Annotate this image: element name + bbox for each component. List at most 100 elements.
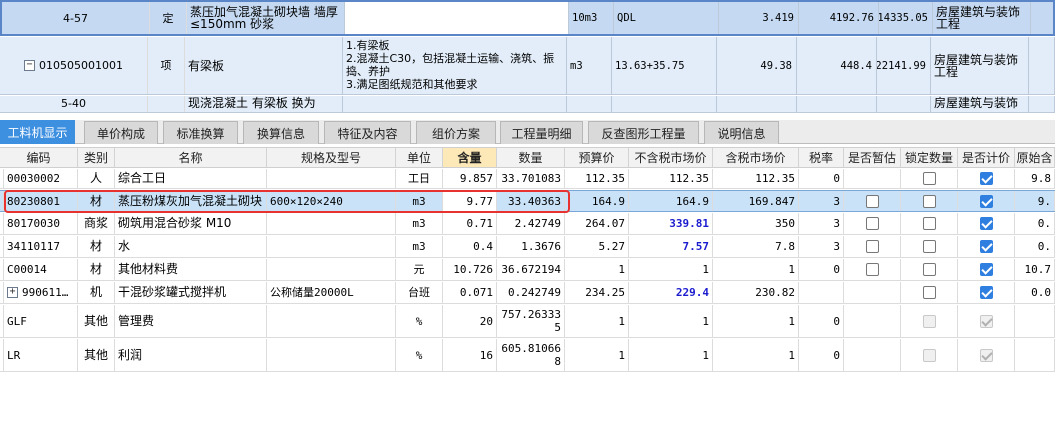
cell-market-ex[interactable]: 1 [629,305,713,337]
cell-content[interactable]: 0.71 [443,213,497,234]
priced-checkbox[interactable] [979,172,993,185]
cell-locked[interactable] [901,339,958,371]
cell-provisional[interactable] [844,282,901,303]
cell-priced[interactable] [958,191,1015,211]
resource-row[interactable]: 00030002 人综合工日 工日 9.857 33.701083 112.35 112.3… [0,169,1055,189]
cell-qty[interactable]: 33.40363 [497,191,565,211]
resource-row[interactable]: +990611… 机干混砂浆罐式搅拌机 公称储量20000L 台班 0.071 0.242… [0,282,1055,304]
cell-qty[interactable]: 757.26333 5 [497,305,565,337]
collapse-toggle-icon[interactable]: − [24,60,35,71]
resource-row[interactable]: 34110117 材水 m3 0.4 1.3676 5.27 7.57 7.8 3 0. [0,236,1055,258]
cell-priced[interactable] [958,169,1015,188]
tab-6[interactable]: 工程量明细 [500,121,583,144]
column-header-market-ex[interactable]: 不含税市场价 [629,148,713,167]
cell-provisional[interactable] [844,339,901,371]
cell-priced[interactable] [958,236,1015,257]
cell-market-ex[interactable]: 1 [629,259,713,280]
cell-content[interactable]: 0.071 [443,282,497,303]
cell-locked[interactable] [901,259,958,280]
cell-market-ex[interactable]: 339.81 [629,213,713,234]
cell-qty[interactable]: 605.81066 8 [497,339,565,371]
locked-checkbox[interactable] [922,286,936,299]
cell-priced[interactable] [958,339,1015,371]
provisional-checkbox[interactable] [865,194,879,208]
resource-row[interactable]: 80230801 材蒸压粉煤灰加气混凝土砌块 600×120×240 m3 9.77 33… [0,190,1055,212]
cell-market-in[interactable]: 169.847 [713,191,799,211]
locked-checkbox[interactable] [922,217,936,230]
column-header-code[interactable]: 编码 [0,148,78,167]
cell-qty[interactable]: 36.672194 [497,259,565,280]
locked-checkbox[interactable] [922,263,936,276]
cell-market-ex[interactable]: 112.35 [629,169,713,188]
cell-content[interactable]: 9.77 [443,191,497,211]
cell-market-in[interactable]: 1 [713,259,799,280]
column-header-name[interactable]: 名称 [115,148,267,167]
tab-7[interactable]: 反查图形工程量 [588,121,699,144]
column-header-budget[interactable]: 预算价 [565,148,629,167]
column-header-locked[interactable]: 锁定数量 [901,148,958,167]
cell-locked[interactable] [901,213,958,234]
bill-row[interactable]: 4-57 定蒸压加气混凝土砌块墙 墙厚≤150mm 砂浆 10m3 QDL 3.419 4… [0,0,1055,36]
tab-8[interactable]: 说明信息 [704,121,779,144]
locked-checkbox[interactable] [922,240,936,253]
provisional-checkbox[interactable] [865,217,879,230]
cell-provisional[interactable] [844,305,901,337]
resource-row[interactable]: LR 其他 利润% 16 605.81066 81110 [0,339,1055,372]
column-header-tax[interactable]: 税率 [799,148,844,167]
bill-row[interactable]: −010505001001 项有梁板 1.有梁板 2.混凝土C30，包括混凝土运输、… [0,37,1055,95]
cell-provisional[interactable] [844,213,901,234]
cell-market-in[interactable]: 1 [713,339,799,371]
cell-qty[interactable]: 33.701083 [497,169,565,188]
priced-checkbox[interactable] [979,240,993,253]
cell-locked[interactable] [901,282,958,303]
cell-market-ex[interactable]: 229.4 [629,282,713,303]
column-header-spec[interactable]: 规格及型号 [267,148,396,167]
cell-locked[interactable] [901,169,958,188]
cell-content[interactable]: 16 [443,339,497,371]
cell-market-in[interactable]: 7.8 [713,236,799,257]
cell-qty[interactable]: 1.3676 [497,236,565,257]
resource-row[interactable]: 80170030 商浆 砌筑用混合砂浆 M10 m3 0.71 2.42749 264.07… [0,213,1055,235]
tab-4[interactable]: 特征及内容 [324,121,411,144]
cell-qty[interactable]: 2.42749 [497,213,565,234]
cell-content[interactable]: 20 [443,305,497,337]
locked-checkbox[interactable] [922,172,936,185]
cell-priced[interactable] [958,282,1015,303]
column-header-market-in[interactable]: 含税市场价 [713,148,799,167]
cell-market-ex[interactable]: 1 [629,339,713,371]
priced-checkbox[interactable] [979,194,993,208]
cell-market-ex[interactable]: 7.57 [629,236,713,257]
column-header-content[interactable]: 含量 [443,148,497,167]
locked-checkbox[interactable] [922,194,936,208]
bill-row[interactable]: 5-40 现浇混凝土 有梁板 换为 房屋建筑与装饰 [0,96,1055,113]
cell-content[interactable]: 10.726 [443,259,497,280]
cell-market-in[interactable]: 1 [713,305,799,337]
provisional-checkbox[interactable] [865,240,879,253]
resource-row[interactable]: C00014 材其他材料费元 10.726 36.672194 1 1 1 0 10.7 [0,259,1055,281]
cell-qty[interactable]: 0.242749 [497,282,565,303]
tab-2[interactable]: 标准换算 [163,121,238,144]
resource-row[interactable]: GLF 其他 管理费% 20 757.26333 51110 [0,305,1055,338]
tab-0[interactable]: 工料机显示 [0,120,75,144]
cell-locked[interactable] [901,236,958,257]
cell-market-ex[interactable]: 164.9 [629,191,713,211]
column-header-orig[interactable]: 原始含 [1015,148,1055,167]
cell-provisional[interactable] [844,259,901,280]
cell-provisional[interactable] [844,236,901,257]
cell-market-in[interactable]: 112.35 [713,169,799,188]
cell-market-in[interactable]: 350 [713,213,799,234]
tab-1[interactable]: 单价构成 [84,121,158,144]
cell-locked[interactable] [901,191,958,211]
cell-provisional[interactable] [844,169,901,188]
column-header-unit[interactable]: 单位 [396,148,443,167]
cell-provisional[interactable] [844,191,901,211]
cell-priced[interactable] [958,259,1015,280]
cell-priced[interactable] [958,305,1015,337]
priced-checkbox[interactable] [979,286,993,299]
column-header-qty[interactable]: 数量 [497,148,565,167]
column-header-provisional[interactable]: 是否暂估 [844,148,901,167]
cell-content[interactable]: 0.4 [443,236,497,257]
cell-locked[interactable] [901,305,958,337]
column-header-cat[interactable]: 类别 [78,148,115,167]
cell-priced[interactable] [958,213,1015,234]
